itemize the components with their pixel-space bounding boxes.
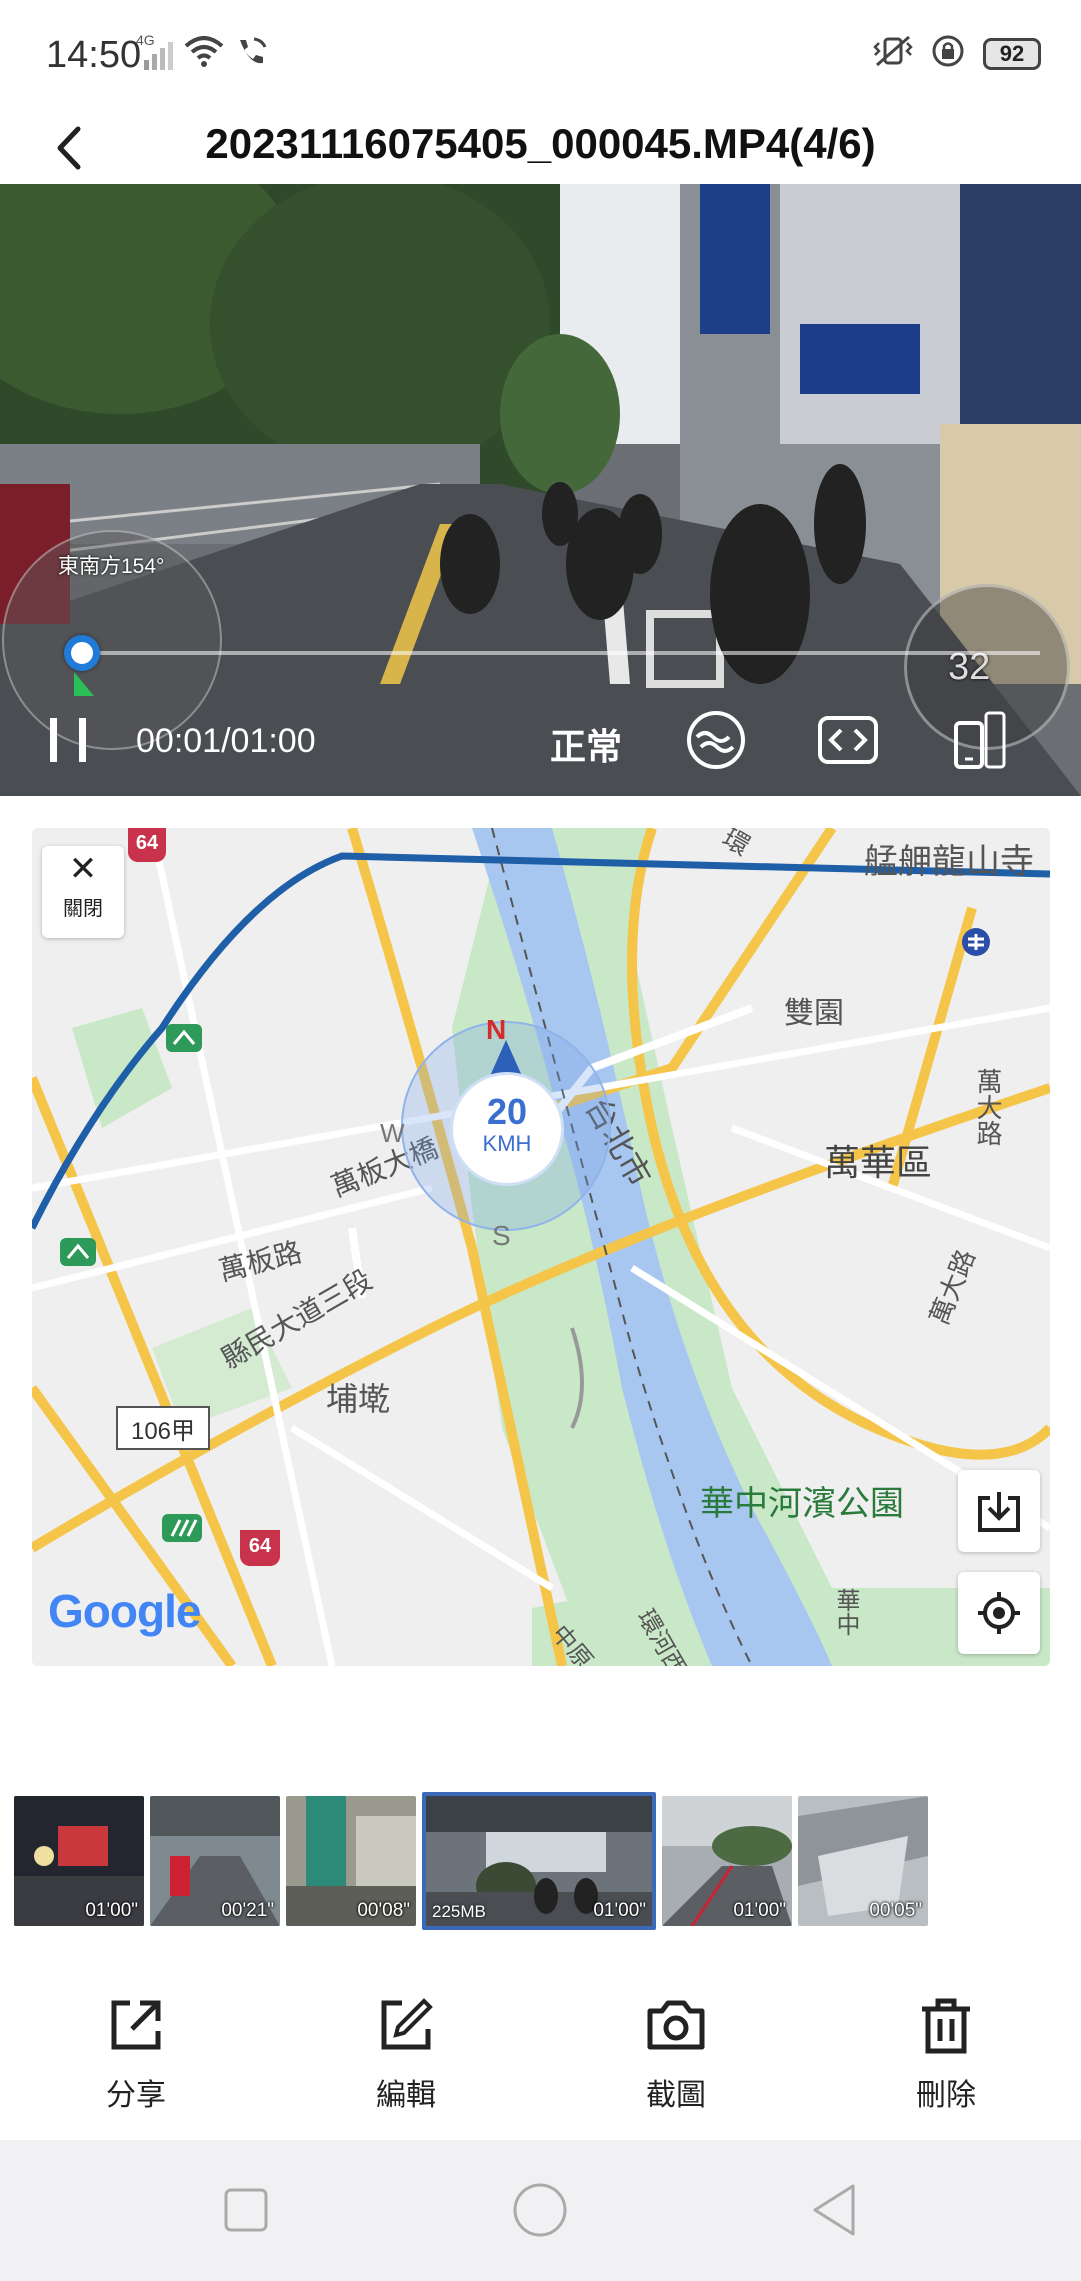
locate-button[interactable] xyxy=(958,1572,1040,1654)
network-type: 4G xyxy=(136,31,155,48)
thumbnail-5[interactable]: 01'00" xyxy=(662,1796,792,1926)
map-label-puqian: 埔墘 xyxy=(326,1381,391,1417)
status-time: 14:50 xyxy=(46,34,142,76)
route-shield-64-bottom: 64 xyxy=(240,1530,280,1566)
thumbnail-6[interactable]: 00'05" xyxy=(798,1796,928,1926)
vibrate-icon xyxy=(873,35,913,72)
swap-camera-button[interactable] xyxy=(816,708,880,772)
video-player-screen: 14:50 4G 92 20231116075405_000045.MP4(4/… xyxy=(0,0,1081,2281)
close-map-label: 關閉 xyxy=(63,898,103,920)
seek-bar-thumb[interactable] xyxy=(64,635,100,671)
thumbnail-3-duration: 00'08" xyxy=(357,1900,410,1921)
camera-icon xyxy=(647,2000,705,2050)
delete-button[interactable]: 刪除 xyxy=(866,1990,1026,2114)
action-bar: 分享 編輯 截圖 刪除 xyxy=(0,1990,1081,2140)
download-map-button[interactable] xyxy=(958,1470,1040,1552)
total-time: /01:00 xyxy=(221,722,316,760)
share-icon xyxy=(111,2000,161,2050)
thumbnail-6-duration: 00'05" xyxy=(869,1900,922,1921)
edit-label: 編輯 xyxy=(376,2079,436,2112)
thumbnail-4-duration: 01'00" xyxy=(593,1900,646,1921)
rotation-lock-icon xyxy=(931,34,965,73)
thumbnail-4-selected[interactable]: 225MB 01'00" xyxy=(422,1792,656,1930)
map-label-park: 華中河濱公園 xyxy=(700,1485,904,1523)
video-player[interactable]: 東南方154° 32 00:01/01:00 正常 xyxy=(0,184,1081,796)
edit-icon xyxy=(381,1998,433,2050)
close-map-button[interactable]: ✕ 關閉 xyxy=(42,846,124,938)
seek-bar[interactable] xyxy=(80,651,1040,655)
close-icon: ✕ xyxy=(68,850,98,888)
route-shield-64-top: 64 xyxy=(128,828,166,862)
clip-thumbnails: 01'00" 00'21" 00'08" 225MB 01'00" 01'00"… xyxy=(14,1792,1074,1930)
status-left-icons: 4G xyxy=(136,32,268,73)
pause-icon-bar-right xyxy=(79,718,86,762)
triangle-back-icon xyxy=(813,2184,855,2236)
map-speed-indicator: 20 KMH xyxy=(450,1072,564,1186)
download-icon xyxy=(978,1492,1020,1532)
delete-label: 刪除 xyxy=(916,2079,976,2112)
trash-icon xyxy=(922,1998,970,2054)
home-button[interactable] xyxy=(510,2180,570,2240)
compass-south: S xyxy=(492,1220,511,1251)
wifi-calling-icon xyxy=(234,36,268,73)
screenshot-button[interactable]: 截圖 xyxy=(596,1990,756,2114)
map-label-shuangyuan: 雙園 xyxy=(784,997,844,1030)
back-arrow-icon xyxy=(57,126,81,170)
edit-button[interactable]: 編輯 xyxy=(326,1990,486,2114)
train-station-icon-2 xyxy=(60,1238,96,1271)
share-button[interactable]: 分享 xyxy=(56,1990,216,2114)
page-title: 20231116075405_000045.MP4(4/6) xyxy=(205,120,876,167)
direction-label: 東南方154° xyxy=(58,555,165,578)
compass-west: W xyxy=(380,1118,405,1148)
train-station-icon xyxy=(166,1024,202,1057)
map-label-wanhua: 萬華區 xyxy=(824,1142,933,1183)
route-shield-106: 106甲 xyxy=(116,1406,210,1450)
thumbnail-5-duration: 01'00" xyxy=(733,1900,786,1921)
circle-icon xyxy=(513,2183,567,2237)
phone-rotate-icon xyxy=(954,711,1006,769)
rotate-screen-button[interactable] xyxy=(948,708,1012,772)
system-nav-bar xyxy=(0,2140,1081,2281)
thumbnail-1[interactable]: 01'00" xyxy=(14,1796,144,1926)
playback-speed-button[interactable]: 正常 xyxy=(550,718,622,770)
wave-icon xyxy=(687,711,745,769)
wifi-icon xyxy=(184,36,224,73)
pause-icon-bar-left xyxy=(50,718,57,762)
google-logo: Google xyxy=(48,1585,201,1637)
status-right: 92 xyxy=(873,34,1041,73)
wave-button[interactable] xyxy=(684,708,748,772)
map-speed-value: 20 xyxy=(486,1091,528,1132)
minimap-arrow-icon xyxy=(74,672,94,696)
map-view[interactable]: 艋舺龍山寺 雙園 萬華區 萬大路 萬大路 台北市 萬板大橋 萬板路 縣民大道三段… xyxy=(32,828,1050,1666)
playback-time: 00:01/01:00 xyxy=(136,722,316,761)
thumbnail-2-duration: 00'21" xyxy=(221,1900,274,1921)
square-icon xyxy=(224,2188,268,2232)
status-bar: 14:50 4G 92 xyxy=(0,0,1081,110)
map-label-temple: 艋舺龍山寺 xyxy=(864,843,1034,881)
map-speed-unit: KMH xyxy=(482,1131,532,1156)
title-bar: 20231116075405_000045.MP4(4/6) xyxy=(0,110,1081,184)
thumbnail-4-size: 225MB xyxy=(432,1902,486,1921)
locate-icon xyxy=(978,1592,1020,1634)
metro-station-icon xyxy=(960,926,992,963)
map-label-huazhong: 華中 xyxy=(832,1588,859,1636)
current-time: 00:01 xyxy=(136,722,222,760)
compass-north: N xyxy=(486,1014,507,1045)
share-label: 分享 xyxy=(106,2079,166,2112)
thumbnail-2[interactable]: 00'21" xyxy=(150,1796,280,1926)
pause-button[interactable] xyxy=(50,718,86,762)
metro-line-icon xyxy=(162,1514,202,1547)
battery-icon: 92 xyxy=(983,37,1041,70)
back-nav-button[interactable] xyxy=(804,2180,864,2240)
thumbnail-1-duration: 01'00" xyxy=(85,1900,138,1921)
back-button[interactable] xyxy=(44,118,94,178)
recent-apps-button[interactable] xyxy=(216,2180,276,2240)
thumbnail-3[interactable]: 00'08" xyxy=(286,1796,416,1926)
screenshot-label: 截圖 xyxy=(646,2079,706,2112)
swap-icon xyxy=(818,716,878,764)
signal-icon: 4G xyxy=(136,32,174,70)
map-label-wanda-road: 萬大路 xyxy=(973,1068,1003,1146)
